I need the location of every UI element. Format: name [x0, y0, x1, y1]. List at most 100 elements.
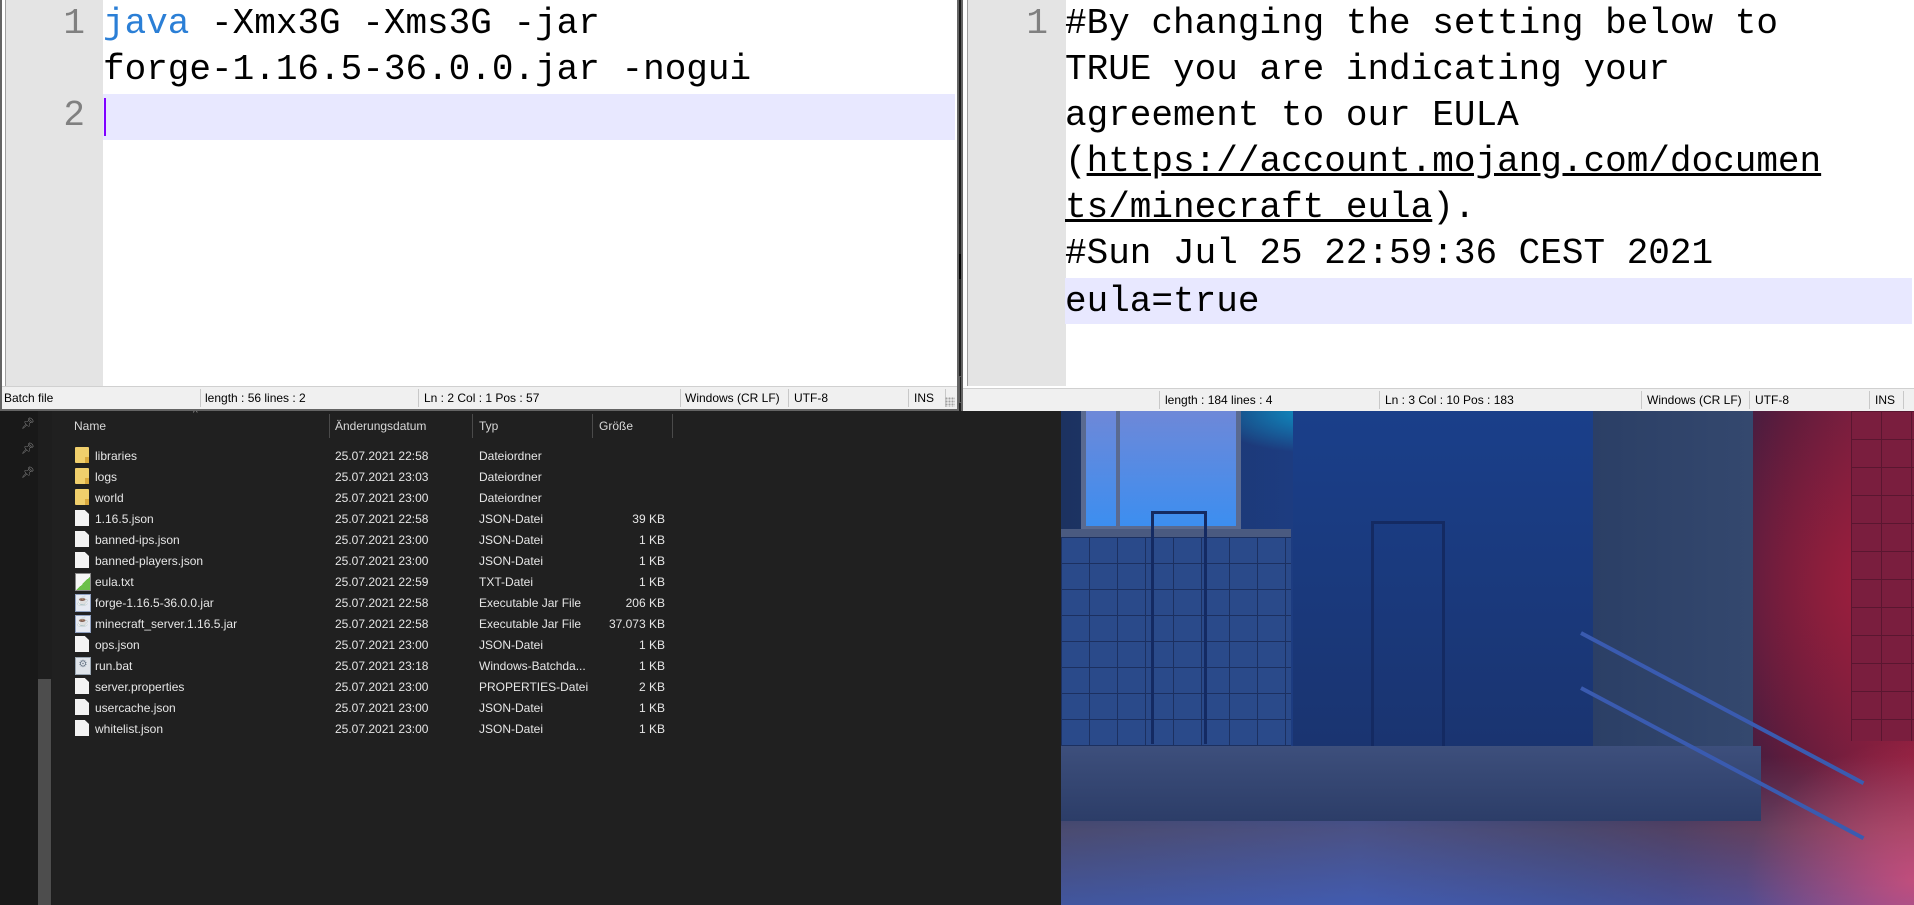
file-row[interactable]: banned-ips.json 25.07.2021 23:00 JSON-Date…: [0, 529, 680, 550]
file-type: JSON-Datei: [479, 638, 544, 652]
file-row[interactable]: ops.json 25.07.2021 23:00 JSON-Datei 1 KB: [0, 634, 680, 655]
status-bar: length : 184 lines : 4 Ln : 3 Col : 10 P…: [963, 388, 1914, 411]
status-bar: Batch file length : 56 lines : 2 Ln : 2 …: [2, 386, 957, 409]
code-line: forge-1.16.5-36.0.0.jar -nogui: [103, 46, 955, 92]
file-row[interactable]: 1.16.5.json 25.07.2021 22:58 JSON-Datei 39 …: [0, 508, 680, 529]
file-row[interactable]: usercache.json 25.07.2021 23:00 JSON-Datei…: [0, 697, 680, 718]
file-type: JSON-Datei: [479, 554, 544, 568]
file-name: usercache.json: [95, 701, 176, 715]
file-row[interactable]: world 25.07.2021 23:00 Dateiordner: [0, 487, 680, 508]
editor-window-run-bat: 1 2 java -Xmx3G -Xms3G -jar forge-1.16.5…: [0, 0, 959, 411]
jar-file-icon: ☕: [75, 594, 91, 612]
file-date: 25.07.2021 22:58: [335, 596, 429, 610]
folder-icon: [75, 468, 89, 484]
file-size: 1 KB: [638, 659, 665, 673]
file-row[interactable]: ☕ forge-1.16.5-36.0.0.jar 25.07.2021 22:58…: [0, 592, 680, 613]
file-row[interactable]: server.properties 25.07.2021 23:00 PROPERT…: [0, 676, 680, 697]
file-date: 25.07.2021 22:58: [335, 512, 429, 526]
code-line: agreement to our EULA: [1065, 95, 1519, 136]
eula-link[interactable]: https://account.mojang.com/documen: [1087, 141, 1822, 182]
file-name: forge-1.16.5-36.0.0.jar: [95, 596, 214, 610]
status-insert-mode[interactable]: INS: [914, 391, 934, 405]
file-row[interactable]: whitelist.json 25.07.2021 23:00 JSON-Datei…: [0, 718, 680, 739]
file-name: libraries: [95, 449, 138, 463]
file-size: 37.073 KB: [608, 617, 665, 631]
file-name: server.properties: [95, 680, 185, 694]
file-type: TXT-Datei: [479, 575, 534, 589]
file-size: 1 KB: [638, 575, 665, 589]
file-row[interactable]: eula.txt 25.07.2021 22:59 TXT-Datei 1 KB: [0, 571, 680, 592]
column-header-type[interactable]: Typ: [479, 419, 498, 433]
code-line: #Sun Jul 25 22:59:36 CEST 2021: [1065, 233, 1714, 274]
status-insert-mode[interactable]: INS: [1875, 393, 1895, 407]
status-cursor-position: Ln : 3 Col : 10 Pos : 183: [1385, 393, 1514, 407]
file-name: eula.txt: [95, 575, 134, 589]
status-length-lines: length : 56 lines : 2: [205, 391, 306, 405]
file-size: 2 KB: [638, 680, 665, 694]
status-eol[interactable]: Windows (CR LF): [1647, 393, 1742, 407]
file-name: world: [95, 491, 124, 505]
file-date: 25.07.2021 23:00: [335, 680, 429, 694]
wallpaper-stool: [1151, 511, 1207, 744]
file-date: 25.07.2021 23:00: [335, 554, 429, 568]
file-size: 1 KB: [638, 533, 665, 547]
file-row[interactable]: logs 25.07.2021 23:03 Dateiordner: [0, 466, 680, 487]
file-type: Executable Jar File: [479, 596, 582, 610]
file-icon: [75, 531, 89, 547]
line-number-gutter: 1: [967, 0, 1066, 386]
file-row[interactable]: ☕ minecraft_server.1.16.5.jar 25.07.2021 2…: [0, 613, 680, 634]
batch-file-icon: ⚙: [75, 657, 91, 675]
column-header-name[interactable]: Name: [74, 419, 106, 433]
file-explorer-window: ⌃ 📌︎ 📌︎ 📌︎ ^ Name Änderungsdatum Typ Grö…: [0, 408, 1061, 905]
code-token: -Xmx3G -Xms3G -jar: [189, 3, 600, 44]
file-row[interactable]: libraries 25.07.2021 22:58 Dateiordner: [0, 445, 680, 466]
code-line: java -Xmx3G -Xms3G -jar: [103, 0, 955, 46]
file-icon: [75, 678, 89, 694]
line-number: 1: [1026, 3, 1048, 44]
file-date: 25.07.2021 23:18: [335, 659, 429, 673]
eula-link[interactable]: ts/minecraft_eula: [1065, 187, 1432, 228]
text-file-icon: [75, 573, 91, 591]
file-type: JSON-Datei: [479, 512, 544, 526]
code-token: forge-1.16.5-36.0.0.jar -nogui: [103, 49, 752, 90]
file-type: Dateiordner: [479, 491, 542, 505]
file-icon: [75, 720, 89, 736]
file-date: 25.07.2021 23:00: [335, 638, 429, 652]
editor-window-eula-txt: 1 #By changing the setting below to TRUE…: [961, 0, 1914, 411]
file-row[interactable]: ⚙ run.bat 25.07.2021 23:18 Windows-Batchda.…: [0, 655, 680, 676]
keyword-token: java: [103, 3, 190, 44]
code-line: #By changing the setting below to: [1065, 3, 1778, 44]
file-type: Executable Jar File: [479, 617, 582, 631]
status-encoding[interactable]: UTF-8: [1755, 393, 1789, 407]
resize-grip[interactable]: [945, 397, 955, 407]
status-encoding[interactable]: UTF-8: [794, 391, 828, 405]
file-name: run.bat: [95, 659, 133, 673]
file-size: 206 KB: [625, 596, 665, 610]
code-line: (https://account.mojang.com/documen: [1065, 141, 1822, 182]
file-name: logs: [95, 470, 118, 484]
column-header-size[interactable]: Größe: [599, 419, 633, 433]
file-icon: [75, 636, 89, 652]
code-line: TRUE you are indicating your: [1065, 49, 1670, 90]
file-type: JSON-Datei: [479, 533, 544, 547]
file-row[interactable]: banned-players.json 25.07.2021 23:00 JSON-…: [0, 550, 680, 571]
jar-file-icon: ☕: [75, 615, 91, 633]
status-eol[interactable]: Windows (CR LF): [685, 391, 780, 405]
file-type: PROPERTIES-Datei: [479, 680, 589, 694]
file-size: 1 KB: [638, 554, 665, 568]
file-name: ops.json: [95, 638, 140, 652]
file-icon: [75, 552, 89, 568]
file-date: 25.07.2021 22:58: [335, 449, 429, 463]
folder-icon: [75, 489, 89, 505]
file-size: 1 KB: [638, 722, 665, 736]
desktop-wallpaper: [1061, 411, 1914, 905]
file-type: Windows-Batchda...: [479, 659, 586, 673]
status-length-lines: length : 184 lines : 4: [1165, 393, 1273, 407]
file-date: 25.07.2021 22:59: [335, 575, 429, 589]
file-type: JSON-Datei: [479, 701, 544, 715]
file-type: JSON-Datei: [479, 722, 544, 736]
file-icon: [75, 510, 89, 526]
file-name: minecraft_server.1.16.5.jar: [95, 617, 238, 631]
file-name: whitelist.json: [95, 722, 164, 736]
column-header-date[interactable]: Änderungsdatum: [335, 419, 426, 433]
